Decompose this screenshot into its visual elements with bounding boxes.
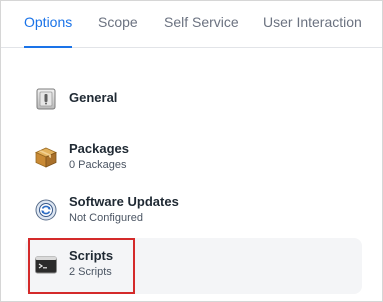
payload-item-software-updates-subtitle: Not Configured bbox=[69, 212, 143, 224]
active-tab-indicator bbox=[24, 46, 73, 48]
package-box-icon bbox=[34, 145, 58, 169]
tab-user-interaction[interactable]: User Interaction bbox=[263, 1, 362, 47]
payload-item-general[interactable]: General bbox=[25, 73, 362, 125]
tab-scope[interactable]: Scope bbox=[98, 1, 138, 47]
payload-item-software-updates-title: Software Updates bbox=[69, 194, 179, 209]
tab-self-service[interactable]: Self Service bbox=[164, 1, 239, 47]
tab-user-interaction-label: User Interaction bbox=[263, 14, 362, 30]
payload-item-software-updates[interactable]: Software Updates Not Configured bbox=[25, 184, 362, 240]
payload-item-general-title: General bbox=[69, 90, 118, 105]
payload-item-packages-title: Packages bbox=[69, 141, 129, 156]
tab-self-service-label: Self Service bbox=[164, 14, 239, 30]
tab-options[interactable]: Options bbox=[24, 1, 73, 48]
software-update-icon bbox=[34, 198, 58, 222]
red-highlight-annotation bbox=[28, 238, 135, 294]
payload-item-packages-subtitle: 0 Packages bbox=[69, 159, 127, 171]
general-switch-icon bbox=[34, 87, 58, 111]
payload-item-packages[interactable]: Packages 0 Packages bbox=[25, 131, 362, 187]
tab-options-label: Options bbox=[24, 14, 73, 30]
tab-scope-label: Scope bbox=[98, 14, 138, 30]
tab-bar: Options Scope Self Service User Interact… bbox=[1, 1, 382, 48]
policy-options-panel: Options Scope Self Service User Interact… bbox=[0, 0, 383, 302]
